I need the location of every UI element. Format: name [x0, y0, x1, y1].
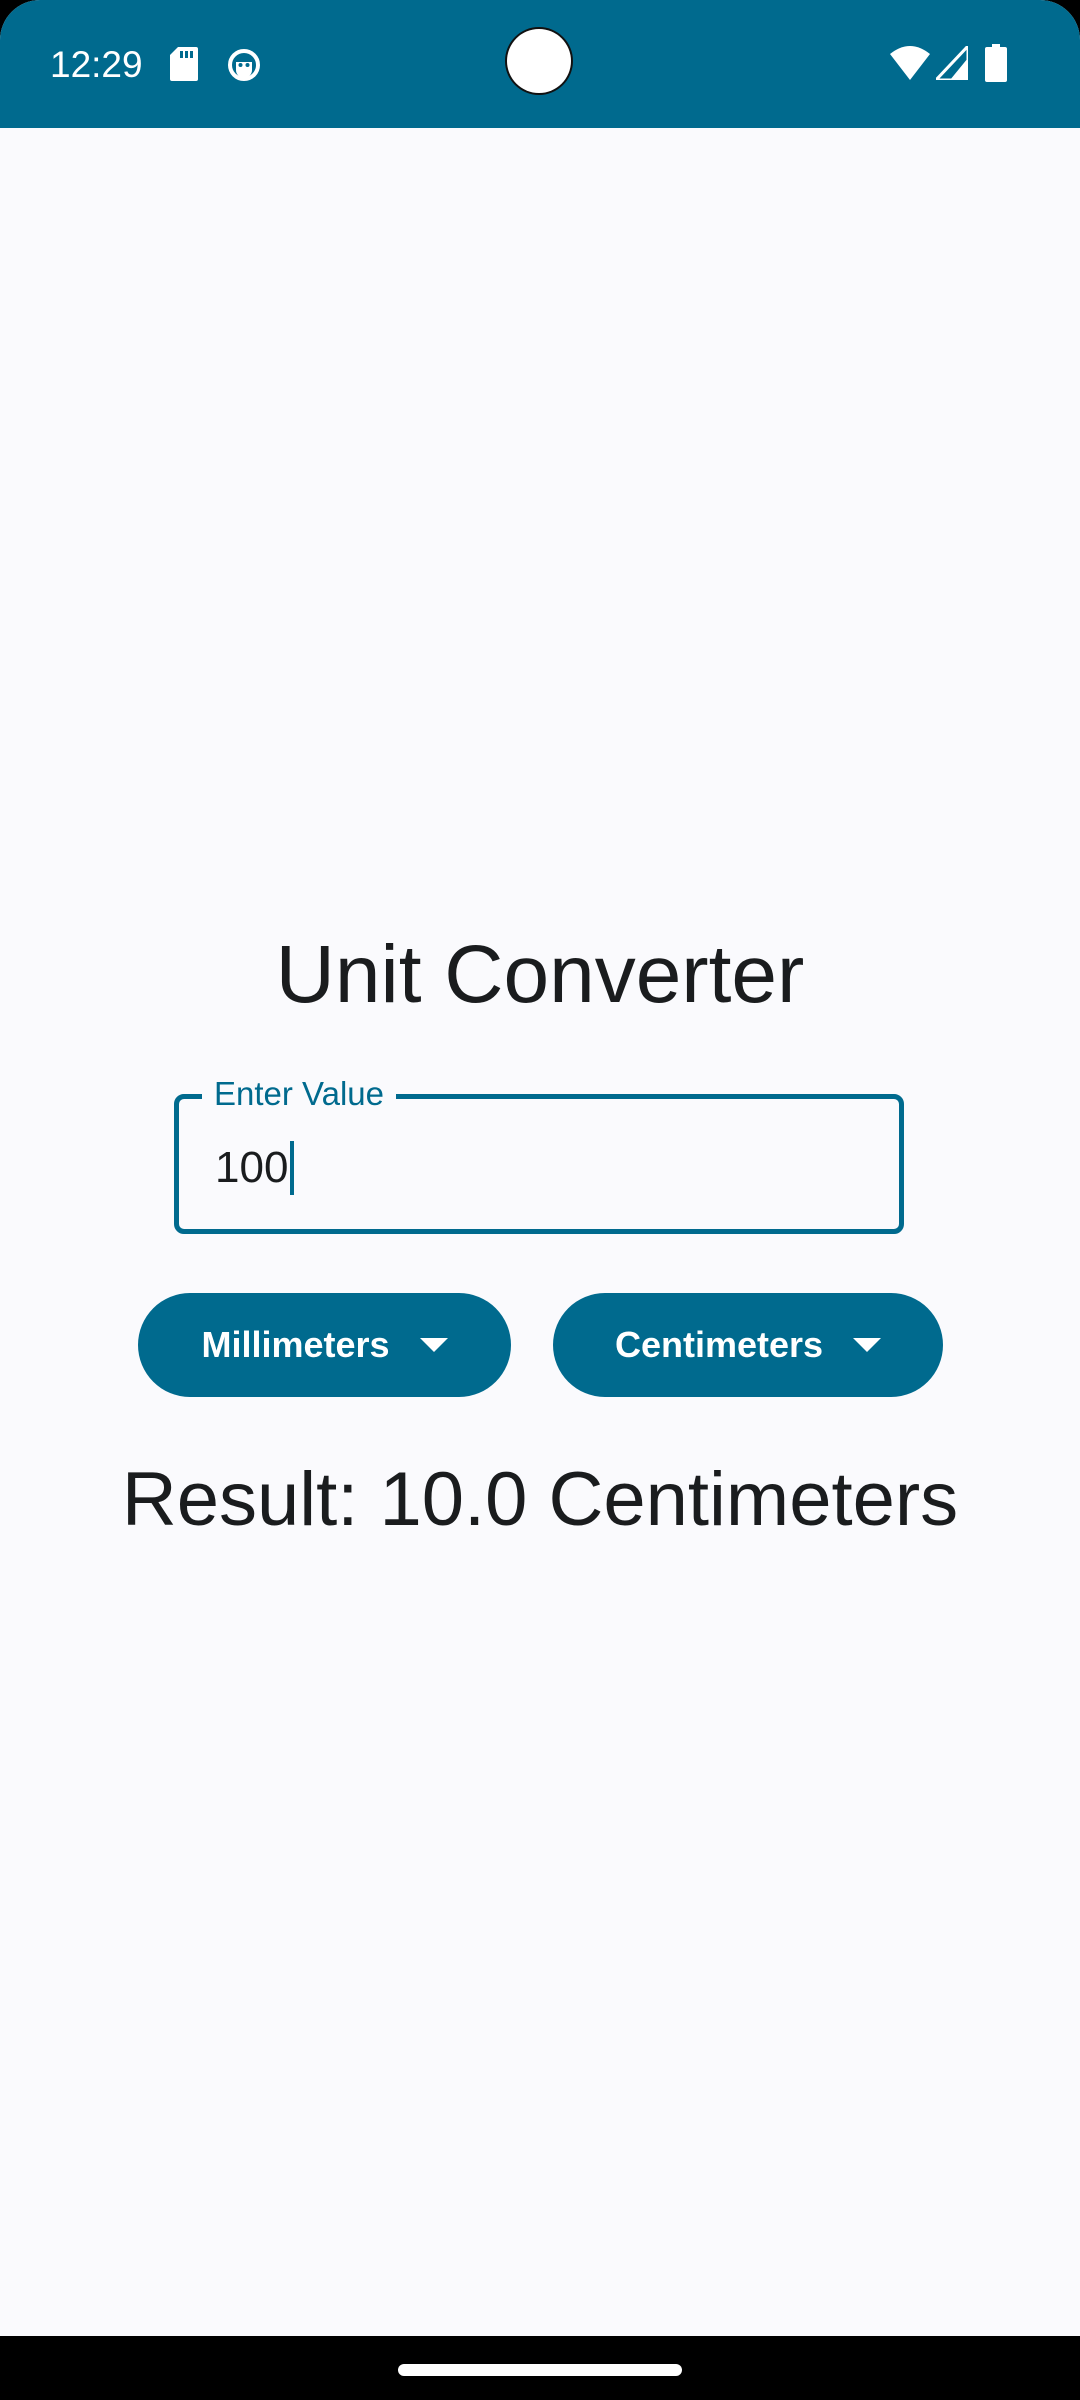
- chevron-down-icon: [853, 1338, 882, 1352]
- battery-icon: [985, 44, 1007, 82]
- signal-icon: [936, 46, 968, 80]
- status-time: 12:29: [50, 44, 143, 85]
- app-screen: 12:29 Unit Converter Enter Value 100 Mil…: [0, 0, 1080, 2336]
- value-input-label: Enter Value: [202, 1072, 396, 1116]
- front-camera: [507, 29, 571, 93]
- text-cursor: [290, 1141, 295, 1195]
- value-input[interactable]: 100: [215, 1140, 295, 1196]
- wifi-icon: [890, 46, 930, 80]
- to-unit-dropdown-button[interactable]: Centimeters: [553, 1293, 943, 1397]
- from-unit-dropdown-button[interactable]: Millimeters: [138, 1293, 511, 1397]
- to-unit-label: Centimeters: [614, 1324, 824, 1365]
- home-gesture-handle[interactable]: [398, 2364, 682, 2376]
- result-text: Result: 10.0 Centimeters: [121, 1457, 959, 1542]
- chevron-down-icon: [419, 1338, 448, 1352]
- from-unit-label: Millimeters: [201, 1324, 390, 1365]
- face-icon: [228, 49, 260, 81]
- status-bar: 12:29: [0, 0, 1080, 128]
- page-title: Unit Converter: [275, 929, 805, 1020]
- sd-card-icon: [170, 47, 198, 81]
- value-input-text[interactable]: 100: [215, 1140, 288, 1196]
